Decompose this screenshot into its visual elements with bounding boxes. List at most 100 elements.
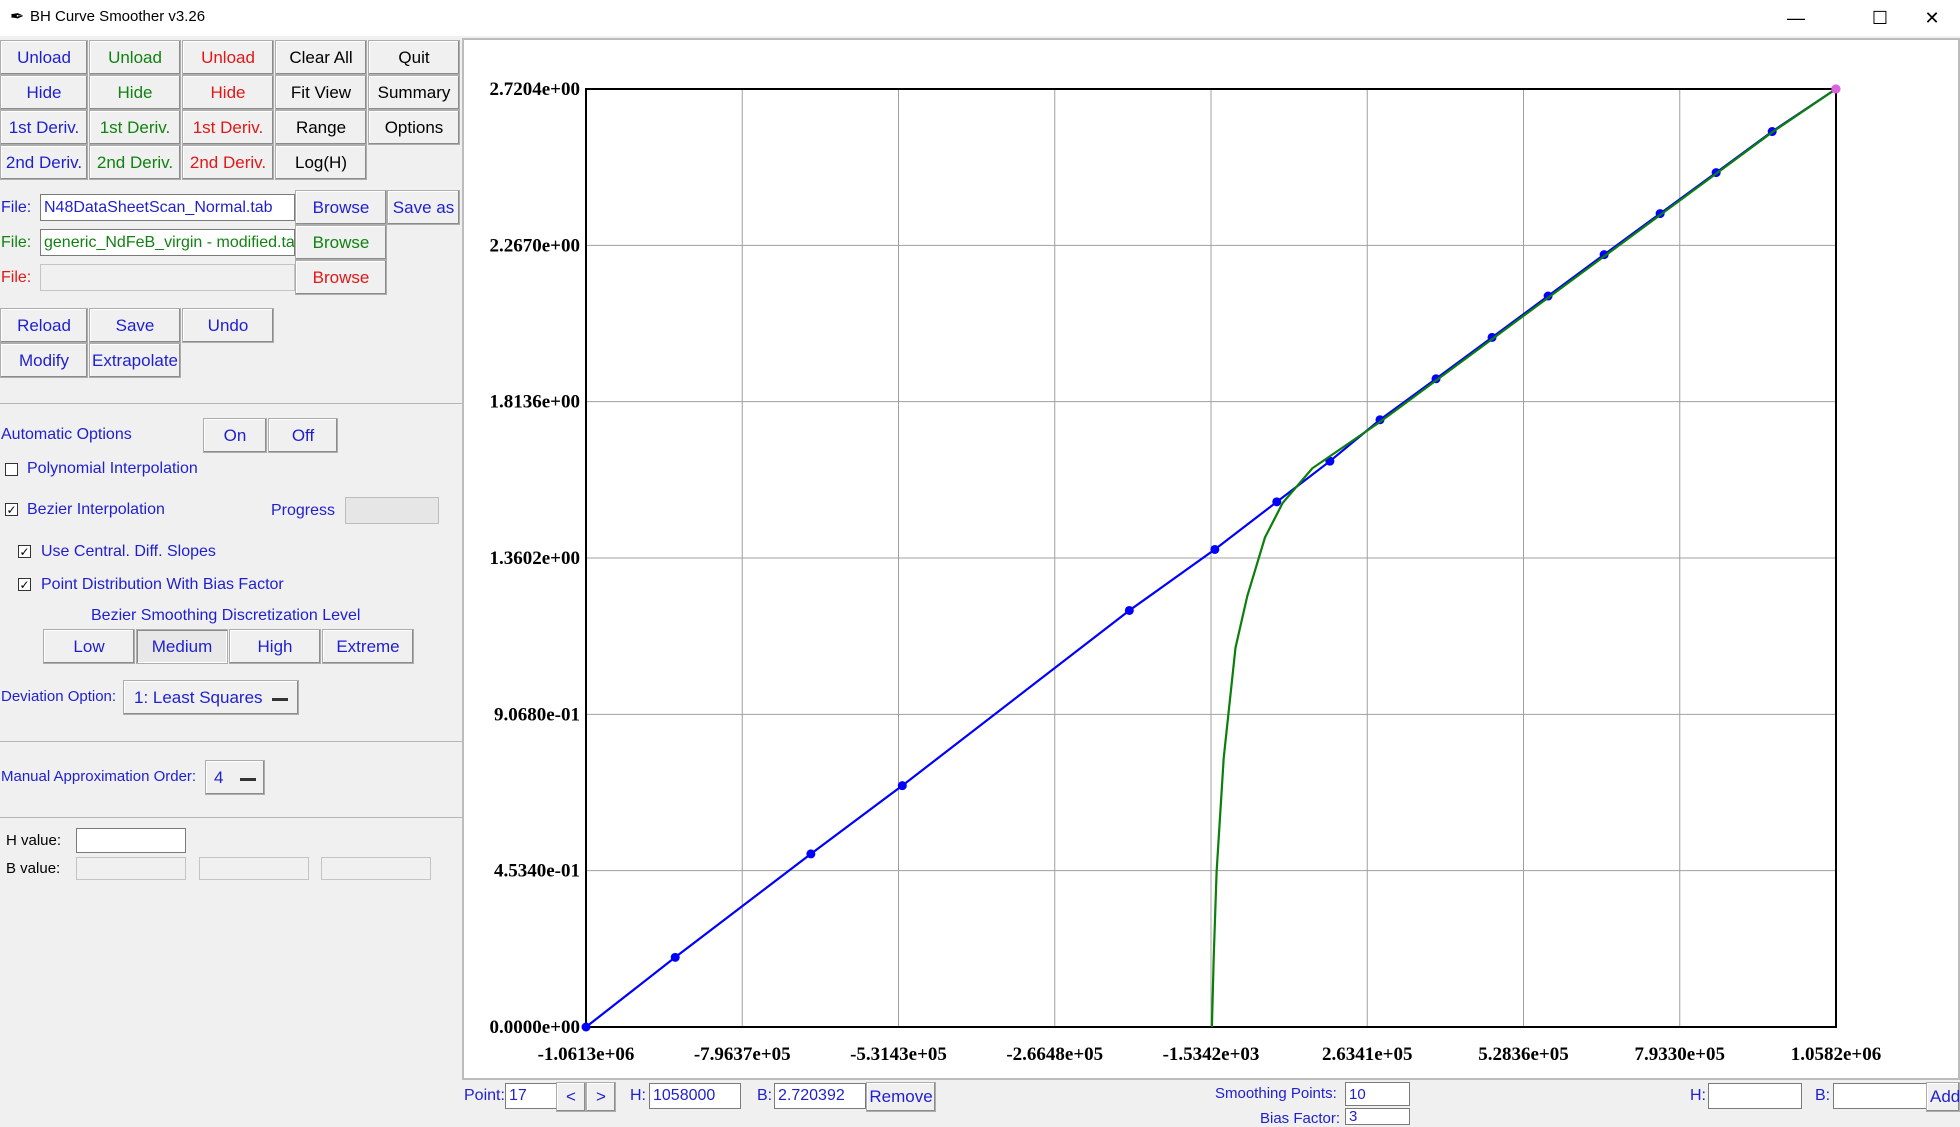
file2-path-field[interactable]: generic_NdFeB_virgin - modified.ta: [40, 229, 295, 256]
options-button[interactable]: Options: [368, 110, 460, 145]
reload-button[interactable]: Reload: [0, 308, 88, 343]
new-h-input[interactable]: [1708, 1083, 1802, 1109]
deviation-option-label: Deviation Option:: [1, 688, 117, 705]
deviation-option-value: 1: Least Squares: [134, 687, 263, 707]
smoothing-points-input[interactable]: 10: [1345, 1082, 1410, 1106]
b-value-field-2: [199, 857, 309, 880]
bias-distribution-label: Point Distribution With Bias Factor: [41, 576, 284, 593]
separator: [0, 403, 462, 404]
file2-label: File:: [1, 234, 32, 251]
range-button[interactable]: Range: [275, 110, 367, 145]
deviation-option-select[interactable]: 1: Least Squares: [123, 680, 299, 715]
separator: [0, 741, 462, 742]
central-diff-checkbox[interactable]: ✓: [18, 545, 31, 559]
hide-file1-button[interactable]: Hide: [0, 75, 88, 110]
x-tick-label: -7.9637e+05: [694, 1044, 791, 1065]
first-deriv-file3-button[interactable]: 1st Deriv.: [182, 110, 274, 145]
maximize-button[interactable]: ☐: [1852, 0, 1908, 36]
polynomial-checkbox[interactable]: [5, 463, 18, 476]
x-tick-label: -5.3143e+05: [850, 1044, 947, 1065]
new-b-input[interactable]: [1833, 1083, 1927, 1109]
b-value-field-3: [321, 857, 431, 880]
file1-path-field[interactable]: N48DataSheetScan_Normal.tab: [40, 194, 295, 221]
h-value-label: H value:: [6, 832, 62, 849]
b-coordinate-input[interactable]: 2.720392: [774, 1083, 866, 1109]
plot-canvas[interactable]: -1.0613e+06 -7.9637e+05 -5.3143e+05 -2.6648…: [462, 38, 1960, 1080]
minimize-button[interactable]: —: [1768, 0, 1824, 36]
manual-order-select[interactable]: 4: [205, 760, 265, 795]
separator: [0, 817, 462, 818]
level-high-button[interactable]: High: [229, 629, 321, 664]
unload-file1-button[interactable]: Unload: [0, 40, 88, 75]
app-feather-icon: ✒: [10, 7, 25, 26]
bezier-checkbox[interactable]: ✓: [5, 503, 18, 517]
automatic-options-label: Automatic Options: [1, 426, 132, 443]
save-as-button[interactable]: Save as: [387, 190, 460, 225]
clear-all-button[interactable]: Clear All: [275, 40, 367, 75]
file3-path-field[interactable]: [40, 264, 295, 291]
bias-factor-label: Bias Factor:: [1260, 1110, 1341, 1127]
modify-button[interactable]: Modify: [0, 343, 88, 378]
second-deriv-file2-button[interactable]: 2nd Deriv.: [89, 145, 181, 180]
summary-button[interactable]: Summary: [368, 75, 460, 110]
smoothing-points-label: Smoothing Points:: [1215, 1085, 1337, 1102]
dropdown-indicator-icon: [272, 698, 288, 701]
y-tick-label: 0.0000e+00: [489, 1017, 580, 1038]
auto-on-button[interactable]: On: [203, 418, 267, 453]
level-low-button[interactable]: Low: [43, 629, 135, 664]
second-deriv-file1-button[interactable]: 2nd Deriv.: [0, 145, 88, 180]
data-point-marker: [1210, 544, 1220, 554]
x-tick-label: 7.9330e+05: [1634, 1044, 1725, 1065]
bias-factor-input[interactable]: 3: [1345, 1108, 1410, 1125]
y-tick-label: 1.8136e+00: [489, 392, 580, 413]
manual-order-label: Manual Approximation Order:: [1, 768, 197, 785]
hide-file2-button[interactable]: Hide: [89, 75, 181, 110]
file3-label: File:: [1, 269, 32, 286]
quit-button[interactable]: Quit: [368, 40, 460, 75]
point-index-input[interactable]: 17: [505, 1083, 563, 1109]
unload-file2-button[interactable]: Unload: [89, 40, 181, 75]
auto-off-button[interactable]: Off: [268, 418, 338, 453]
data-point-marker: [670, 952, 680, 962]
y-tick-label: 1.3602e+00: [489, 548, 580, 569]
second-deriv-file3-button[interactable]: 2nd Deriv.: [182, 145, 274, 180]
x-tick-label: 5.2836e+05: [1478, 1044, 1569, 1065]
file1-label: File:: [1, 199, 32, 216]
log-h-button[interactable]: Log(H): [275, 145, 367, 180]
polynomial-label: Polynomial Interpolation: [27, 460, 198, 477]
browse-file2-button[interactable]: Browse: [295, 225, 387, 260]
first-deriv-file2-button[interactable]: 1st Deriv.: [89, 110, 181, 145]
next-point-button[interactable]: >: [586, 1082, 616, 1112]
first-deriv-file1-button[interactable]: 1st Deriv.: [0, 110, 88, 145]
x-tick-label: -2.6648e+05: [1006, 1044, 1103, 1065]
level-medium-button[interactable]: Medium: [136, 629, 228, 664]
add-point-button[interactable]: Add: [1926, 1082, 1960, 1112]
close-button[interactable]: ✕: [1904, 0, 1960, 36]
point-label: Point:: [464, 1087, 505, 1104]
save-button[interactable]: Save: [89, 308, 181, 343]
progress-bar: [345, 497, 439, 524]
bh-curve-plot: -1.0613e+06 -7.9637e+05 -5.3143e+05 -2.6648…: [489, 79, 1881, 1065]
hide-file3-button[interactable]: Hide: [182, 75, 274, 110]
unload-file3-button[interactable]: Unload: [182, 40, 274, 75]
window-title: BH Curve Smoother v3.26: [30, 8, 206, 25]
previous-point-button[interactable]: <: [556, 1082, 586, 1112]
h-value-input[interactable]: [76, 828, 186, 853]
fit-view-button[interactable]: Fit View: [275, 75, 367, 110]
y-tick-label: 9.0680e-01: [494, 704, 580, 725]
bezier-label: Bezier Interpolation: [27, 501, 165, 518]
browse-file3-button[interactable]: Browse: [295, 260, 387, 295]
level-extreme-button[interactable]: Extreme: [322, 629, 414, 664]
selected-point-marker: [1831, 84, 1841, 94]
h-coordinate-input[interactable]: 1058000: [649, 1083, 741, 1109]
bias-distribution-checkbox[interactable]: ✓: [18, 578, 31, 592]
manual-order-value: 4: [214, 767, 224, 787]
browse-file1-button[interactable]: Browse: [295, 190, 387, 225]
data-point-marker: [806, 849, 816, 859]
remove-point-button[interactable]: Remove: [866, 1082, 936, 1112]
bezier-level-title: Bezier Smoothing Discretization Level: [91, 607, 361, 624]
undo-button[interactable]: Undo: [182, 308, 274, 343]
data-point-marker: [1272, 497, 1282, 507]
progress-label: Progress: [271, 502, 336, 519]
extrapolate-button[interactable]: Extrapolate: [89, 343, 181, 378]
